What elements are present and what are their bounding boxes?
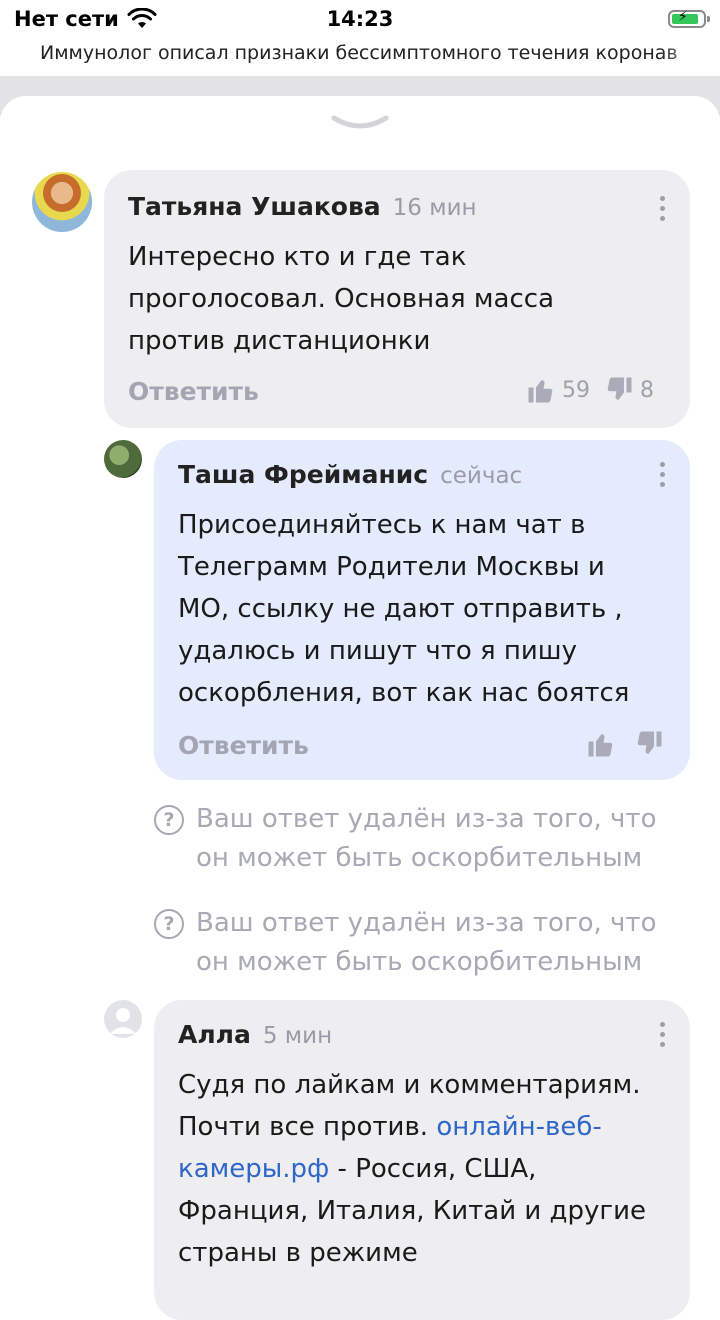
- thumbs-up-icon[interactable]: [526, 375, 556, 405]
- avatar-placeholder[interactable]: [104, 1000, 142, 1038]
- comment-text: Судя по лайкам и комментариям. Почти все…: [178, 1064, 668, 1274]
- thumbs-down-icon[interactable]: [604, 375, 634, 405]
- likes-count: 59: [562, 377, 590, 403]
- deleted-notice: ? Ваш ответ удалён из-за того, что он мо…: [154, 904, 684, 982]
- dislikes-count: 8: [640, 377, 654, 403]
- article-title[interactable]: Иммунолог описал признаки бессимптомного…: [40, 42, 680, 64]
- more-options-icon[interactable]: [658, 196, 666, 226]
- comment-text: Присоединяйтесь к нам чат в Телеграмм Ро…: [178, 510, 630, 708]
- comment-author[interactable]: Алла 5 мин: [178, 1020, 332, 1049]
- reply-button[interactable]: Ответить: [128, 377, 259, 406]
- question-circle-icon[interactable]: ?: [154, 909, 184, 939]
- comment-time: 5 мин: [262, 1023, 333, 1049]
- status-bar: Нет сети 14:23 ⚡: [0, 0, 720, 40]
- deleted-notice-text: Ваш ответ удалён из-за того, что он може…: [196, 908, 657, 977]
- comment-time: сейчас: [440, 463, 523, 489]
- thumbs-down-icon[interactable]: [634, 729, 664, 759]
- comment-author-name: Таша Фрейманис: [178, 460, 429, 489]
- vote-controls: 59 8: [526, 375, 668, 405]
- comment-author[interactable]: Татьяна Ушакова 16 мин: [128, 192, 477, 221]
- more-options-icon[interactable]: [658, 462, 666, 492]
- comment-time: 16 мин: [392, 195, 477, 221]
- vote-controls: [586, 729, 664, 759]
- more-options-icon[interactable]: [658, 1022, 666, 1052]
- comment-author[interactable]: Таша Фрейманис сейчас: [178, 460, 522, 489]
- deleted-notice: ? Ваш ответ удалён из-за того, что он мо…: [154, 800, 684, 878]
- avatar[interactable]: [104, 440, 142, 478]
- question-circle-icon[interactable]: ?: [154, 805, 184, 835]
- reply-button[interactable]: Ответить: [178, 731, 309, 760]
- sheet-collapse-chevron-icon[interactable]: [330, 112, 390, 136]
- comment-author-name: Татьяна Ушакова: [128, 192, 381, 221]
- comment-text: Интересно кто и где так проголосовал. Ос…: [128, 242, 555, 356]
- user-icon: [110, 1008, 136, 1034]
- comments-sheet: Татьяна Ушакова 16 мин Интересно кто и гд…: [0, 96, 720, 1320]
- comment-author-name: Алла: [178, 1020, 251, 1049]
- deleted-notice-text: Ваш ответ удалён из-за того, что он може…: [196, 804, 657, 873]
- thumbs-up-icon[interactable]: [586, 729, 616, 759]
- avatar[interactable]: [32, 172, 92, 232]
- clock: 14:23: [326, 7, 394, 31]
- battery-charging-icon: ⚡: [668, 9, 710, 28]
